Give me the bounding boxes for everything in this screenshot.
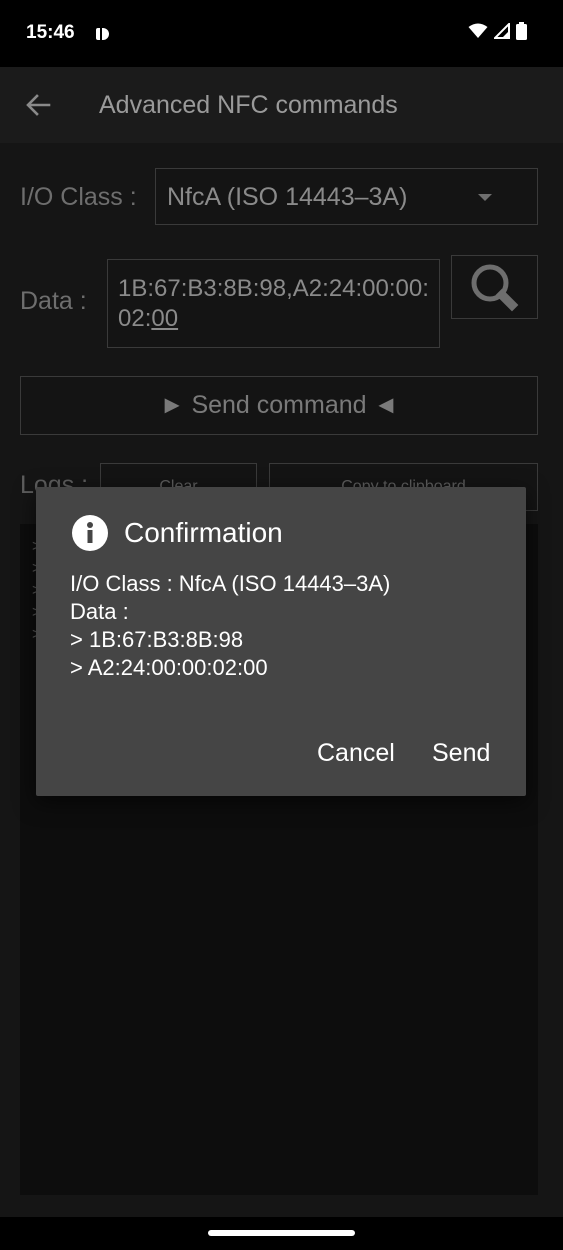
data-label: Data : xyxy=(20,287,87,315)
send-button[interactable]: Send xyxy=(432,739,490,768)
app-bar: Advanced NFC commands xyxy=(0,67,563,143)
data-input-underlined-text: 00 xyxy=(151,305,179,332)
arrow-left-icon[interactable] xyxy=(24,91,52,119)
search-icon xyxy=(471,264,519,312)
navigation-bar xyxy=(0,1217,563,1250)
io-class-select[interactable]: NfcA (ISO 14443–3A) xyxy=(155,168,538,225)
dialog-line-data-2: > A2:24:00:00:02:00 xyxy=(70,655,268,680)
battery-icon xyxy=(516,22,527,40)
chevron-down-icon xyxy=(478,194,492,201)
status-time: 15:46 xyxy=(26,22,75,43)
confirmation-dialog: Confirmation I/O Class : NfcA (ISO 14443… xyxy=(36,487,526,796)
status-icons xyxy=(468,22,527,40)
home-handle[interactable] xyxy=(208,1230,355,1236)
status-bar: 15:46 xyxy=(0,0,563,67)
send-command-button[interactable]: ► Send command ◄ xyxy=(20,376,538,435)
dialog-line-data-1: > 1B:67:B3:8B:98 xyxy=(70,627,244,652)
search-button[interactable] xyxy=(451,255,538,319)
signal-icon xyxy=(494,23,510,39)
dialog-line-data-label: Data : xyxy=(70,599,129,624)
io-class-value: NfcA (ISO 14443–3A) xyxy=(167,183,408,211)
dialog-line-io-class: I/O Class : NfcA (ISO 14443–3A) xyxy=(70,571,391,596)
page-title: Advanced NFC commands xyxy=(99,91,398,119)
data-input[interactable]: 1B:67:B3:8B:98,A2:24:00:00:02:00 xyxy=(107,259,440,348)
cancel-button[interactable]: Cancel xyxy=(317,739,395,768)
io-class-label: I/O Class : xyxy=(20,183,137,211)
notification-icon xyxy=(96,28,109,40)
info-icon xyxy=(72,515,108,551)
wifi-icon xyxy=(468,23,488,38)
dialog-title: Confirmation xyxy=(124,517,283,548)
dialog-message: I/O Class : NfcA (ISO 14443–3A) Data : >… xyxy=(70,570,390,682)
